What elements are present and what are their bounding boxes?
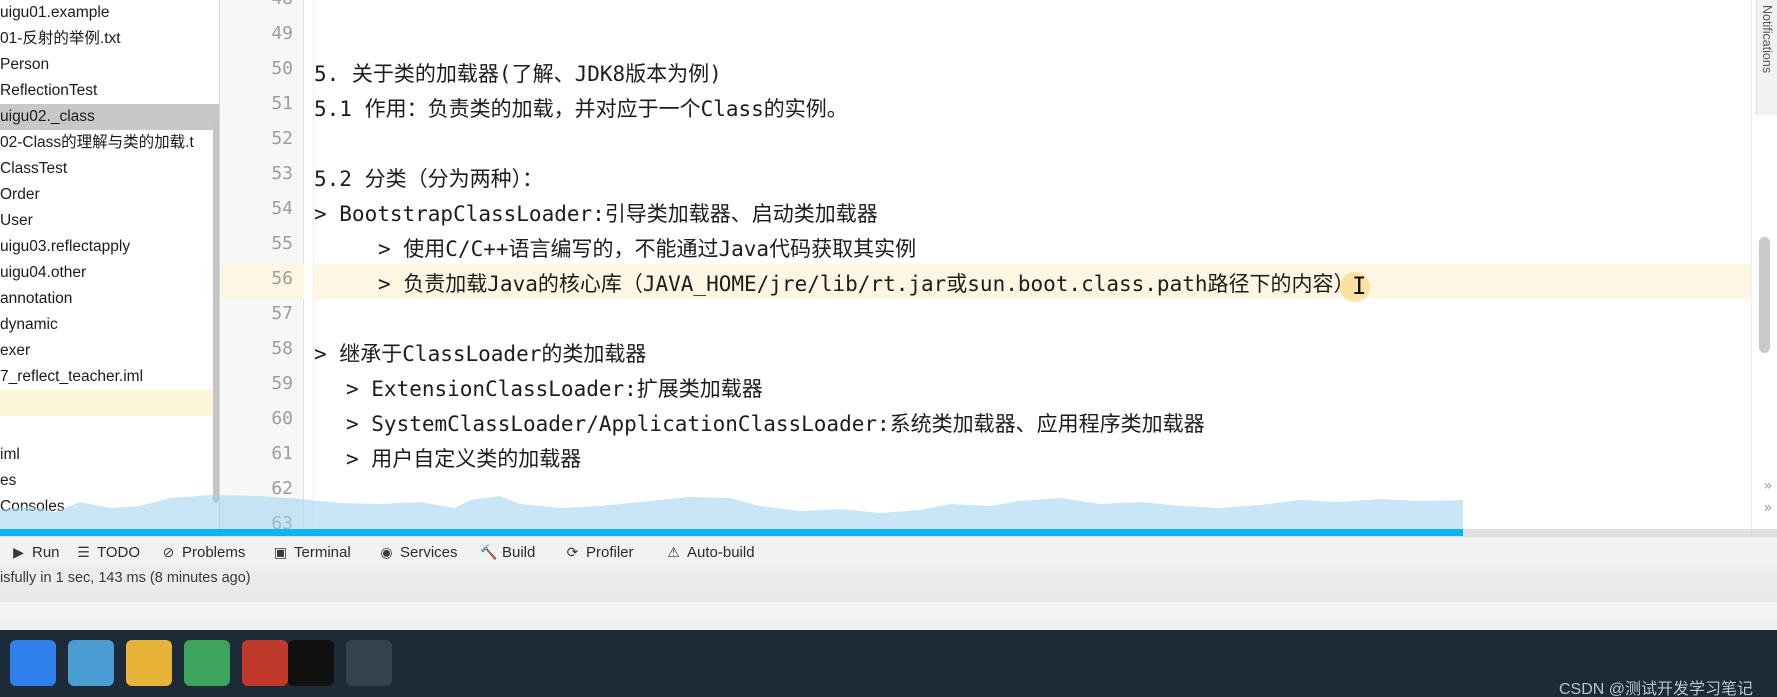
tree-item[interactable]: uigu03.reflectapply <box>0 234 219 260</box>
app-icon[interactable] <box>184 640 230 686</box>
code-line[interactable]: > SystemClassLoader/ApplicationClassLoad… <box>346 408 1205 438</box>
status-item-label: Services <box>400 544 458 561</box>
ide-status-bar: ▶ Run ☰ TODO ⊘ Problems ▣ Terminal ◉ Services 🔨 Bui… <box>0 536 1777 566</box>
line-number[interactable]: 56 <box>233 268 293 289</box>
project-tree-panel[interactable]: uigu01.example 01-反射的举例.txt Person Reflecti… <box>0 0 219 536</box>
scroll-down-arrow-icon[interactable]: » <box>1764 478 1772 494</box>
tree-item[interactable]: uigu02._class <box>0 104 219 130</box>
editor-fold-strip <box>304 0 314 536</box>
code-line[interactable]: > 使用C/C++语言编写的，不能通过Java代码获取其实例 <box>378 233 916 263</box>
idea-icon[interactable] <box>288 640 334 686</box>
tree-item[interactable]: 02-Class的理解与类的加载.t <box>0 130 219 156</box>
pdf-icon[interactable] <box>242 640 288 686</box>
status-item-label: Terminal <box>294 544 351 561</box>
status-item-todo[interactable]: ☰ TODO <box>75 537 140 567</box>
editor-text-area[interactable]: 5. 关于类的加载器(了解、JDK8版本为例) 5.1 作用：负责类的加载，并对应… <box>314 0 1751 536</box>
code-line[interactable]: 5.1 作用：负责类的加载，并对应于一个Class的实例。 <box>314 93 848 123</box>
line-number[interactable]: 57 <box>233 303 293 324</box>
code-line[interactable]: 5.2 分类（分为两种）： <box>314 163 543 193</box>
notifications-rail[interactable]: Notifications <box>1756 0 1777 115</box>
status-item-auto-build[interactable]: ⚠ Auto-build <box>665 537 755 567</box>
todo-icon: ☰ <box>77 544 90 560</box>
services-icon: ◉ <box>380 544 393 560</box>
line-number[interactable]: 50 <box>233 58 293 79</box>
status-item-problems[interactable]: ⊘ Problems <box>160 537 246 567</box>
notifications-label: Notifications <box>1760 5 1774 74</box>
tree-item[interactable]: ReflectionTest <box>0 78 219 104</box>
line-number[interactable]: 53 <box>233 163 293 184</box>
status-item-label: Auto-build <box>687 544 755 561</box>
code-line[interactable]: > 继承于ClassLoader的类加载器 <box>314 338 646 368</box>
line-number[interactable]: 59 <box>233 373 293 394</box>
tree-item[interactable]: User <box>0 208 219 234</box>
code-line[interactable]: > 负责加载Java的核心库（JAVA_HOME/jre/lib/rt.jar或… <box>378 268 1355 298</box>
terminal-icon[interactable] <box>346 640 392 686</box>
tree-item[interactable] <box>0 416 219 442</box>
status-item-label: Run <box>32 544 60 561</box>
problems-icon: ⊘ <box>162 544 175 560</box>
line-number[interactable]: 49 <box>233 23 293 44</box>
status-item-label: TODO <box>97 544 141 561</box>
screen: uigu01.example 01-反射的举例.txt Person Reflecti… <box>0 0 1777 697</box>
code-line[interactable]: > 用户自定义类的加载器 <box>346 443 581 473</box>
scroll-end-arrow-icon[interactable]: » <box>1764 500 1772 516</box>
ide-window: uigu01.example 01-反射的举例.txt Person Reflecti… <box>0 0 1777 537</box>
text-ibeam-cursor: I <box>1352 272 1367 300</box>
csdn-watermark: CSDN @测试开发学习笔记 <box>1558 681 1753 697</box>
line-number[interactable]: 61 <box>233 443 293 464</box>
tree-item[interactable]: iml <box>0 442 219 468</box>
run-icon: ▶ <box>13 544 24 560</box>
status-item-label: Problems <box>182 544 246 561</box>
tree-item[interactable]: 7_reflect_teacher.iml <box>0 364 219 390</box>
code-line[interactable]: > BootstrapClassLoader:引导类加载器、启动类加载器 <box>314 198 878 228</box>
status-item-services[interactable]: ◉ Services <box>378 537 458 567</box>
tree-item[interactable]: Person <box>0 52 219 78</box>
line-number[interactable]: 54 <box>233 198 293 219</box>
tree-item[interactable]: uigu01.example <box>0 0 219 26</box>
video-player-controls: 23:39 / 53:51 1080P 高清 1.25x 🔊 ☽ ⚙ ▣ ⟨⟩ … <box>0 566 1777 630</box>
status-item-terminal[interactable]: ▣ Terminal <box>272 537 351 567</box>
tree-item[interactable]: uigu04.other <box>0 260 219 286</box>
editor-scrollbar-thumb[interactable] <box>1759 237 1770 353</box>
line-number[interactable]: 55 <box>233 233 293 254</box>
tree-item[interactable]: Order <box>0 182 219 208</box>
status-item-label: Build <box>502 544 536 561</box>
tree-item[interactable]: exer <box>0 338 219 364</box>
tree-item[interactable]: ClassTest <box>0 156 219 182</box>
project-tree[interactable]: uigu01.example 01-反射的举例.txt Person Reflecti… <box>0 0 219 520</box>
profiler-icon: ⟳ <box>566 544 579 560</box>
start-icon[interactable] <box>10 640 56 686</box>
terminal-icon: ▣ <box>273 544 288 560</box>
status-item-label: Profiler <box>586 544 634 561</box>
line-number[interactable]: 58 <box>233 338 293 359</box>
tree-item[interactable]: annotation <box>0 286 219 312</box>
status-item-build[interactable]: 🔨 Build <box>480 537 535 567</box>
status-item-profiler[interactable]: ⟳ Profiler <box>564 537 634 567</box>
os-taskbar[interactable]: CSDN @测试开发学习笔记 <box>0 630 1777 697</box>
tree-item[interactable]: 01-反射的举例.txt <box>0 26 219 52</box>
line-number[interactable]: 52 <box>233 128 293 149</box>
tree-item[interactable]: dynamic <box>0 312 219 338</box>
line-number[interactable]: 48 <box>233 0 293 9</box>
tree-item[interactable] <box>0 390 219 416</box>
status-item-run[interactable]: ▶ Run <box>10 537 60 567</box>
browser-icon[interactable] <box>68 640 114 686</box>
line-number[interactable]: 60 <box>233 408 293 429</box>
editor-gutter[interactable]: 48495051525354555657585960616263 <box>220 0 304 536</box>
code-line[interactable]: > ExtensionClassLoader:扩展类加载器 <box>346 373 763 403</box>
auto-build-icon: ⚠ <box>667 544 680 560</box>
build-icon: 🔨 <box>480 544 498 560</box>
folder-icon[interactable] <box>126 640 172 686</box>
code-line[interactable]: 5. 关于类的加载器(了解、JDK8版本为例) <box>314 58 722 88</box>
line-number[interactable]: 51 <box>233 93 293 114</box>
